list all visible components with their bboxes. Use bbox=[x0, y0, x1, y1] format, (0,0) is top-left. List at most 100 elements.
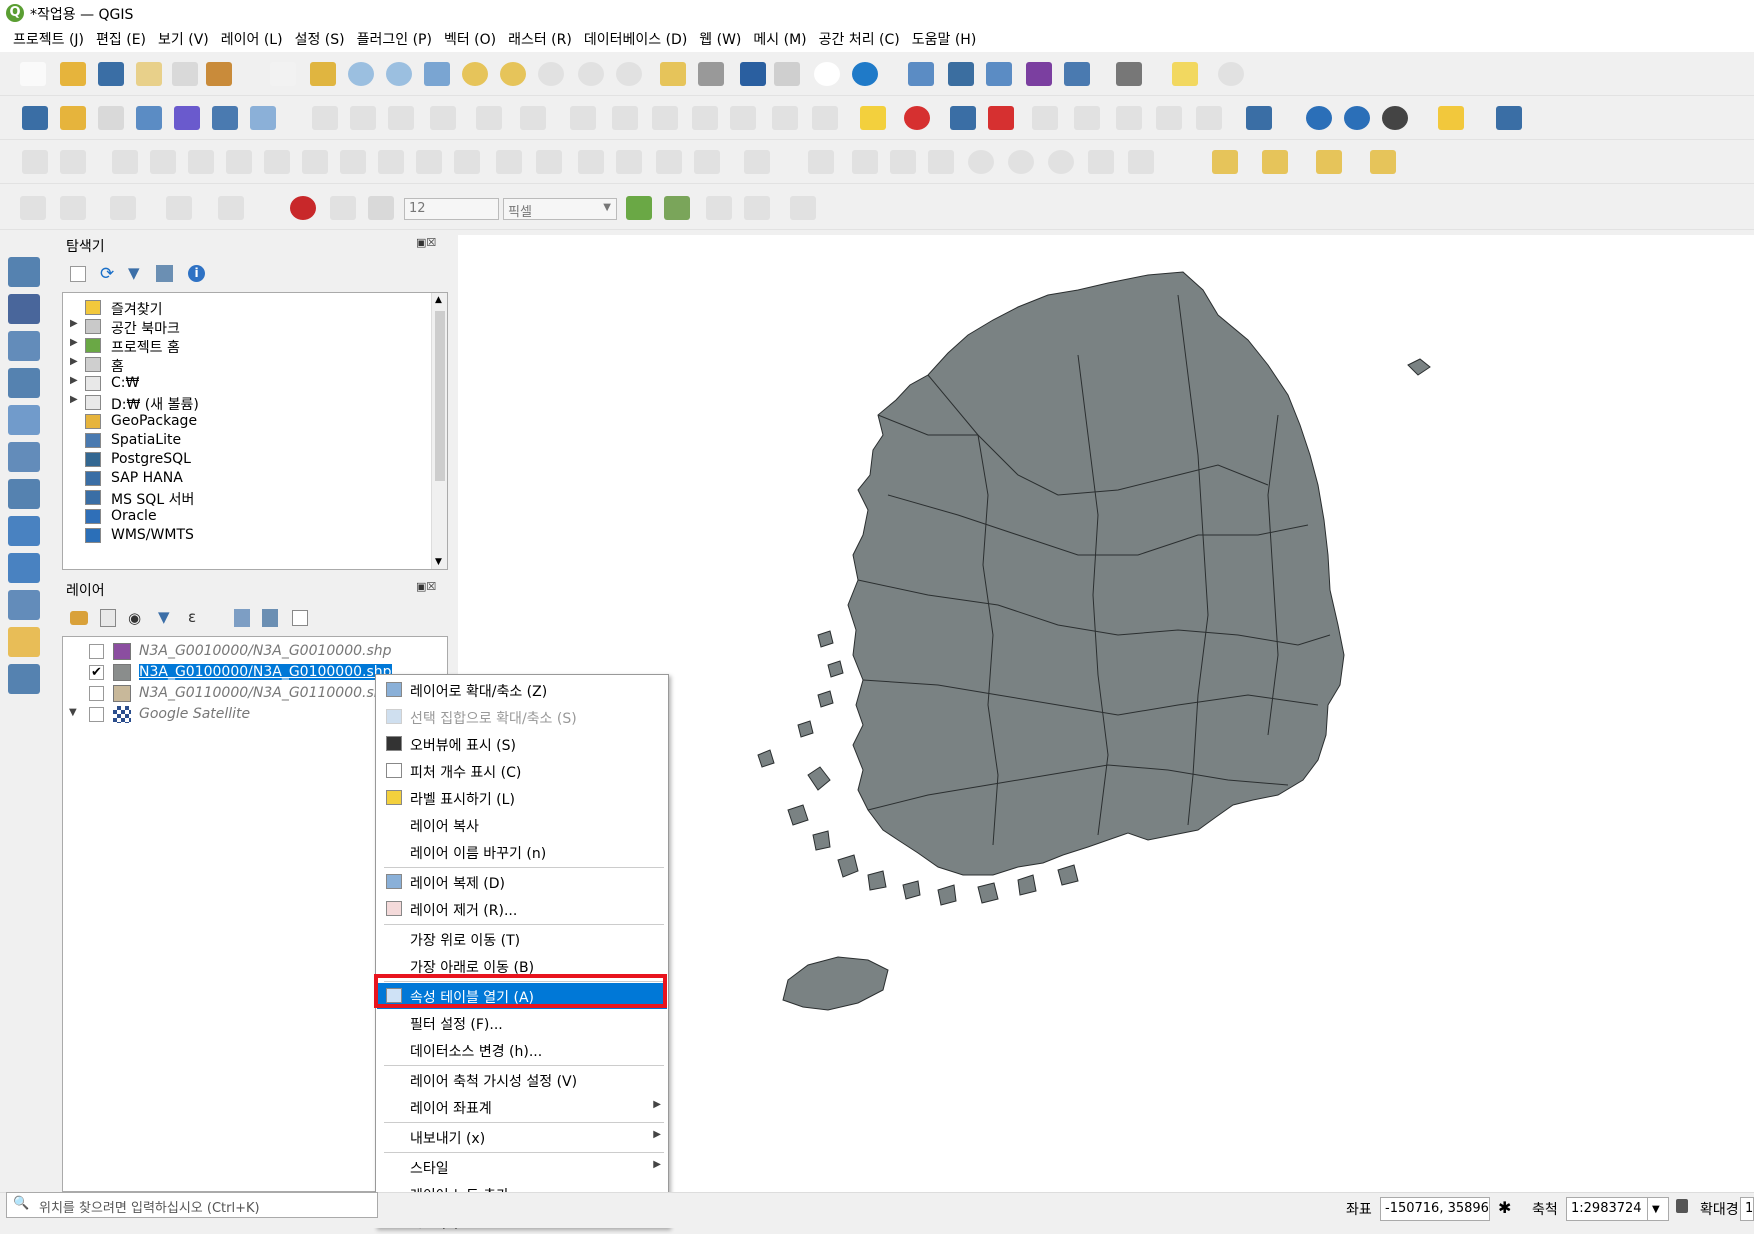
eye-icon[interactable]: ◉ bbox=[128, 609, 141, 627]
self-snap-icon[interactable] bbox=[744, 196, 770, 220]
new-temp-layer-icon[interactable] bbox=[212, 106, 238, 130]
add-rectangle-icon[interactable] bbox=[166, 196, 192, 220]
advanced-digitize-icon[interactable] bbox=[22, 150, 48, 174]
zoom-next-icon[interactable] bbox=[616, 62, 642, 86]
label-abc-icon[interactable] bbox=[860, 106, 886, 130]
locator-search-input[interactable]: 🔍 위치를 찾으려면 입력하십시오 (Ctrl+K) bbox=[6, 1192, 378, 1218]
web-catalog-icon[interactable] bbox=[1382, 106, 1408, 130]
python-icon[interactable] bbox=[1438, 106, 1464, 130]
simplify-icon[interactable] bbox=[112, 150, 138, 174]
select-by-value-icon[interactable] bbox=[1262, 150, 1288, 174]
add-circle-icon[interactable] bbox=[20, 196, 46, 220]
new-mesh-layer-icon[interactable] bbox=[250, 106, 276, 130]
menu-item-2[interactable]: 보기 (V) bbox=[155, 26, 218, 52]
layout-manager-icon[interactable] bbox=[172, 62, 198, 86]
add-delimited-text-icon[interactable] bbox=[8, 368, 40, 398]
metasearch-globe-icon[interactable] bbox=[1306, 106, 1332, 130]
zoom-native-icon[interactable] bbox=[538, 62, 564, 86]
globe-check-icon[interactable] bbox=[1344, 106, 1370, 130]
menu-item-0[interactable]: 프로젝트 (J) bbox=[10, 26, 93, 52]
data-source-manager-icon[interactable] bbox=[22, 106, 48, 130]
database-icon[interactable] bbox=[1246, 106, 1272, 130]
save-project-icon[interactable] bbox=[98, 62, 124, 86]
topology-editing-icon[interactable] bbox=[664, 196, 690, 220]
new-project-icon[interactable] bbox=[20, 62, 46, 86]
terrain-icon[interactable] bbox=[928, 150, 954, 174]
magnifier-field[interactable]: 1 bbox=[1740, 1197, 1754, 1221]
expand-arrow-icon[interactable]: ▶ bbox=[70, 356, 78, 367]
scroll-up-icon[interactable]: ▲ bbox=[435, 295, 442, 305]
refresh-icon[interactable] bbox=[852, 62, 878, 86]
snap-type-icon[interactable] bbox=[368, 196, 394, 220]
statistics-gear-icon[interactable] bbox=[986, 62, 1012, 86]
menu-item-3[interactable]: 레이어 (L) bbox=[218, 26, 292, 52]
add-table-icon[interactable] bbox=[8, 664, 40, 694]
select-location-icon[interactable] bbox=[1370, 150, 1396, 174]
browser-item[interactable]: ▶ C:₩ bbox=[63, 373, 423, 394]
delete-ring-icon[interactable] bbox=[264, 150, 290, 174]
trim-extend-icon[interactable] bbox=[616, 150, 642, 174]
snap-unit-select[interactable]: 픽셀 ▼ bbox=[503, 198, 617, 220]
menu-item-1[interactable]: 편집 (E) bbox=[93, 26, 155, 52]
context-menu-item-4[interactable]: 라벨 표시하기 (L) bbox=[377, 785, 667, 811]
temporal-controller-icon[interactable] bbox=[740, 62, 766, 86]
rotate-feature-icon[interactable] bbox=[60, 150, 86, 174]
context-menu-item-16[interactable]: 내보내기 (x) ▶ bbox=[377, 1124, 667, 1150]
deselect-icon[interactable] bbox=[1316, 150, 1342, 174]
snapping-magnet-icon[interactable] bbox=[290, 196, 316, 220]
select-features-icon[interactable] bbox=[1212, 150, 1238, 174]
menu-item-10[interactable]: 메시 (M) bbox=[750, 26, 815, 52]
merge-icon[interactable] bbox=[496, 150, 522, 174]
add-geopackage-layer-icon[interactable] bbox=[8, 627, 40, 657]
layer-symbol-swatch[interactable] bbox=[113, 664, 131, 681]
expand-arrow-icon[interactable]: ▶ bbox=[70, 318, 78, 329]
context-menu-item-0[interactable]: 레이어로 확대/축소 (Z) bbox=[377, 677, 667, 703]
add-spatialite-layer-icon[interactable] bbox=[8, 405, 40, 435]
add-part-icon[interactable] bbox=[188, 150, 214, 174]
layer-visibility-checkbox[interactable] bbox=[89, 707, 104, 722]
tracing-icon[interactable] bbox=[626, 196, 652, 220]
coord-field[interactable]: -150716, 358963 bbox=[1380, 1197, 1490, 1221]
browser-item[interactable]: ▶ 홈 bbox=[63, 354, 423, 375]
context-menu-item-15[interactable]: 레이어 좌표계 ▶ bbox=[377, 1094, 667, 1120]
add-ellipse-icon[interactable] bbox=[110, 196, 136, 220]
merge-attributes-icon[interactable] bbox=[536, 150, 562, 174]
zoom-last-icon[interactable] bbox=[578, 62, 604, 86]
context-menu-item-5[interactable]: 레이어 복사 bbox=[377, 812, 667, 838]
chart-icon[interactable] bbox=[808, 150, 834, 174]
browser-item[interactable]: WMS/WMTS bbox=[63, 525, 423, 546]
context-menu-item-8[interactable]: 레이어 제거 (R)... bbox=[377, 896, 667, 922]
edits-icon[interactable] bbox=[312, 106, 338, 130]
new-map-view-icon[interactable] bbox=[660, 62, 686, 86]
layer-visibility-checkbox[interactable] bbox=[89, 644, 104, 659]
add-wfs-layer-icon[interactable] bbox=[8, 590, 40, 620]
context-menu-item-3[interactable]: 피처 개수 표시 (C) bbox=[377, 758, 667, 784]
vertex-tool-icon[interactable] bbox=[520, 106, 546, 130]
show-hide-label-icon[interactable] bbox=[1156, 106, 1182, 130]
rotate-label-icon[interactable] bbox=[1074, 106, 1100, 130]
browser-item[interactable]: GeoPackage bbox=[63, 411, 423, 432]
toggle-extents-icon[interactable]: ✱ bbox=[1498, 1198, 1511, 1217]
paste-icon[interactable] bbox=[730, 106, 756, 130]
new-spatialite-icon[interactable] bbox=[136, 106, 162, 130]
refresh-icon[interactable]: ⟳ bbox=[100, 264, 114, 284]
edit-attributes-icon[interactable] bbox=[570, 106, 596, 130]
context-menu-item-14[interactable]: 레이어 축척 가시성 설정 (V) bbox=[377, 1067, 667, 1093]
filter-expression-icon[interactable]: ε bbox=[188, 608, 196, 626]
context-menu-item-9[interactable]: 가장 위로 이동 (T) bbox=[377, 926, 667, 952]
layer-styling-icon[interactable] bbox=[70, 611, 88, 625]
context-menu-item-2[interactable]: 오버뷰에 표시 (S) bbox=[377, 731, 667, 757]
layer-visibility-checkbox[interactable]: ✔ bbox=[89, 665, 104, 680]
add-virtual-layer-icon[interactable] bbox=[8, 442, 40, 472]
scroll-down-icon[interactable]: ▼ bbox=[435, 557, 442, 567]
context-menu-item-17[interactable]: 스타일 ▶ bbox=[377, 1154, 667, 1180]
diagram-icon[interactable] bbox=[904, 106, 930, 130]
style-manager-icon[interactable] bbox=[206, 62, 232, 86]
pan-to-selection-icon[interactable] bbox=[310, 62, 336, 86]
fill-ring-icon[interactable] bbox=[226, 150, 252, 174]
new-geopackage-icon[interactable] bbox=[60, 106, 86, 130]
zoom-in-icon[interactable] bbox=[348, 62, 374, 86]
open-table-icon[interactable] bbox=[1064, 62, 1090, 86]
lock-scale-icon[interactable] bbox=[1676, 1199, 1688, 1213]
browser-item[interactable]: SpatiaLite bbox=[63, 430, 423, 451]
